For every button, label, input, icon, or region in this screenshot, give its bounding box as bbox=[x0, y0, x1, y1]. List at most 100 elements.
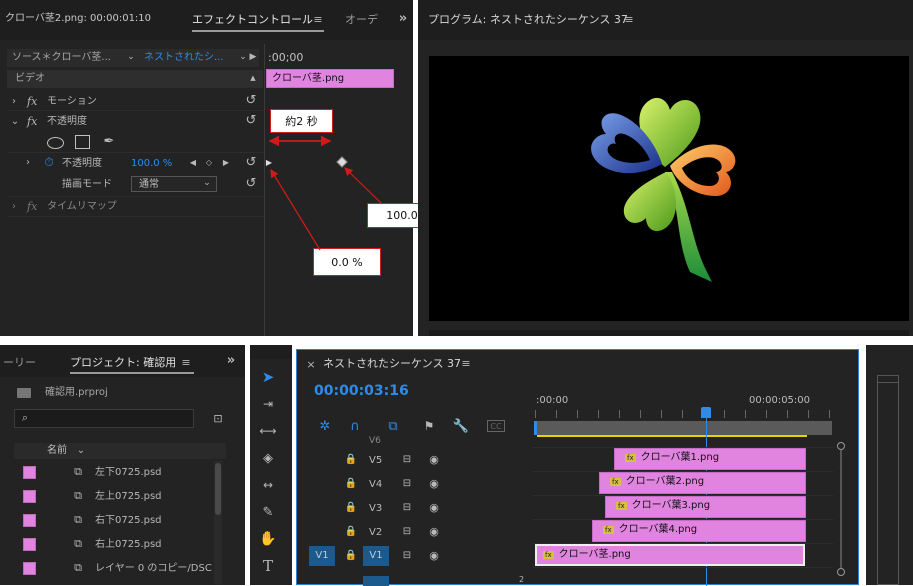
reset-icon[interactable]: ↺ bbox=[244, 155, 258, 170]
eye-icon[interactable]: ◉ bbox=[427, 477, 441, 490]
column-name[interactable]: 名前 bbox=[47, 446, 67, 456]
eye-icon[interactable]: ◉ bbox=[427, 525, 441, 538]
expand-panels-icon[interactable]: » bbox=[396, 11, 410, 26]
next-keyframe-icon[interactable]: ▶ bbox=[221, 157, 231, 167]
track-label[interactable]: V3 bbox=[369, 504, 382, 514]
reset-icon[interactable]: ↺ bbox=[244, 176, 258, 191]
panel-menu-icon[interactable]: ≡ bbox=[460, 357, 472, 370]
play-icon[interactable]: ▶ bbox=[247, 51, 259, 63]
track-target-v1[interactable]: V1 bbox=[363, 546, 389, 566]
lock-icon[interactable]: 🔒 bbox=[345, 525, 357, 537]
sync-lock-icon[interactable]: ⊟ bbox=[401, 525, 413, 537]
add-keyframe-icon[interactable]: ◇ bbox=[204, 157, 214, 167]
sort-chevron-icon[interactable]: ⌄ bbox=[75, 444, 87, 456]
selection-tool-icon[interactable]: ➤ bbox=[256, 365, 280, 389]
clip-leaf1[interactable]: fx クローバ葉1.png bbox=[614, 448, 806, 470]
eye-icon[interactable]: ◉ bbox=[427, 453, 441, 466]
sync-lock-icon[interactable]: ⊟ bbox=[401, 501, 413, 513]
opacity-value[interactable]: 100.0 % bbox=[131, 159, 172, 169]
eye-icon[interactable]: ◉ bbox=[427, 549, 441, 562]
keyframe-end-icon[interactable] bbox=[336, 156, 348, 168]
program-title[interactable]: プログラム: ネストされたシーケンス 37 bbox=[428, 14, 628, 25]
clip-leaf2[interactable]: fx クローバ葉2.png bbox=[599, 472, 806, 494]
clip-leaf3[interactable]: fx クローバ葉3.png bbox=[605, 496, 806, 518]
ripple-edit-tool-icon[interactable]: ⟷ bbox=[256, 420, 280, 442]
reset-icon[interactable]: ↺ bbox=[244, 113, 258, 128]
fx-badge-icon: fx bbox=[625, 454, 636, 462]
settings-wrench-icon[interactable]: 🔧 bbox=[453, 418, 469, 434]
tools-header bbox=[250, 345, 292, 359]
scroll-handle-bottom[interactable] bbox=[837, 568, 845, 576]
project-title[interactable]: プロジェクト: 確認用 bbox=[70, 357, 176, 368]
rectangle-mask-icon[interactable] bbox=[75, 135, 90, 149]
collapse-arrow-icon[interactable]: ⌄ bbox=[10, 116, 20, 127]
callout-duration-text: 約2 秒 bbox=[285, 115, 318, 128]
clip-stem[interactable]: fx クローバ茎.png bbox=[535, 544, 805, 566]
expand-arrow-icon[interactable]: › bbox=[24, 157, 32, 168]
list-item[interactable]: ⧉ 左上0725.psd bbox=[14, 485, 214, 509]
track-label[interactable]: V5 bbox=[369, 456, 382, 466]
stopwatch-icon[interactable]: ⏱ bbox=[42, 155, 56, 169]
track-label[interactable]: V2 bbox=[369, 528, 382, 538]
track-label[interactable]: V4 bbox=[369, 480, 382, 490]
close-icon[interactable]: × bbox=[305, 358, 317, 371]
scroll-handle-top[interactable] bbox=[837, 442, 845, 450]
lock-icon[interactable]: 🔒 bbox=[345, 453, 357, 465]
prev-keyframe-icon[interactable]: ◀ bbox=[188, 157, 198, 167]
expand-panels-icon[interactable]: » bbox=[224, 353, 238, 368]
source-patch-v1[interactable]: V1 bbox=[309, 546, 335, 566]
expand-arrow-icon[interactable]: › bbox=[10, 96, 18, 107]
reset-icon[interactable]: ↺ bbox=[244, 93, 258, 108]
lock-icon[interactable]: 🔒 bbox=[345, 549, 357, 561]
linked-selection-icon[interactable]: ⧉ bbox=[385, 418, 401, 434]
lock-icon[interactable]: 🔒 bbox=[345, 477, 357, 489]
timeline-timecode[interactable]: 00:00:03:16 bbox=[314, 384, 409, 398]
sync-lock-icon[interactable]: ⊟ bbox=[401, 453, 413, 465]
slip-tool-icon[interactable]: ↔ bbox=[256, 474, 280, 496]
sequence-link[interactable]: ネストされたシ... bbox=[144, 53, 224, 63]
timeline-title[interactable]: ネストされたシーケンス 37 bbox=[323, 358, 461, 369]
list-item[interactable]: ⧉ 左下0725.psd bbox=[14, 461, 214, 485]
work-area-bar[interactable] bbox=[534, 421, 832, 435]
clip-leaf4[interactable]: fx クローバ葉4.png bbox=[592, 520, 806, 542]
chevron-down-icon[interactable]: ⌄ bbox=[126, 51, 136, 63]
expand-arrow-icon[interactable]: › bbox=[10, 201, 18, 212]
playhead-head[interactable] bbox=[701, 407, 711, 418]
tab-audio[interactable]: オーデ bbox=[345, 14, 378, 25]
eye-icon[interactable]: ◉ bbox=[427, 501, 441, 514]
collapse-up-icon[interactable]: ▲ bbox=[248, 73, 258, 83]
list-item[interactable]: ⧉ レイヤー 0 のコピー/DSC bbox=[14, 557, 214, 581]
list-item[interactable]: ⧉ 右下0725.psd bbox=[14, 509, 214, 533]
list-item[interactable]: ⧉ 右上0725.psd bbox=[14, 533, 214, 557]
tab-history[interactable]: ーリー bbox=[3, 357, 36, 368]
track-select-tool-icon[interactable]: ⇥ bbox=[256, 393, 280, 415]
ellipse-mask-icon[interactable] bbox=[47, 137, 64, 149]
divider bbox=[7, 110, 265, 111]
pen-mask-icon[interactable]: ✒ bbox=[101, 133, 117, 149]
hand-tool-icon[interactable]: ✋ bbox=[256, 528, 280, 550]
razor-tool-icon[interactable]: ◈ bbox=[256, 447, 280, 469]
nest-toggle-icon[interactable]: ✲ bbox=[317, 418, 333, 434]
lock-icon[interactable]: 🔒 bbox=[345, 501, 357, 513]
search-input[interactable] bbox=[14, 409, 194, 428]
type-tool-icon[interactable]: T bbox=[256, 555, 280, 577]
fx-motion-label[interactable]: モーション bbox=[47, 97, 97, 107]
new-search-bin-icon[interactable]: ⊡ bbox=[210, 411, 226, 425]
pen-tool-icon[interactable]: ✎ bbox=[256, 501, 280, 523]
panel-menu-icon[interactable]: ≡ bbox=[180, 356, 192, 369]
timeline-vscroll[interactable] bbox=[836, 442, 846, 582]
captions-icon[interactable]: CC bbox=[487, 420, 505, 432]
project-scrollbar-thumb[interactable] bbox=[215, 463, 221, 515]
tab-effect-controls[interactable]: エフェクトコントロール bbox=[192, 14, 313, 25]
sync-lock-icon[interactable]: ⊟ bbox=[401, 477, 413, 489]
add-marker-icon[interactable]: ⚑ bbox=[421, 418, 437, 434]
fx-opacity-label[interactable]: 不透明度 bbox=[47, 117, 87, 127]
track-header-v3: 🔒 V3 ⊟ ◉ bbox=[297, 496, 533, 520]
snap-icon[interactable]: ∩ bbox=[347, 418, 363, 434]
source-monitor-title[interactable]: クローバ茎2.png: 00:00:01:10 bbox=[5, 14, 151, 24]
panel-menu-icon[interactable]: ≡ bbox=[623, 13, 635, 26]
sync-lock-icon[interactable]: ⊟ bbox=[401, 549, 413, 561]
keyframe-start-icon[interactable]: ▶ bbox=[265, 157, 273, 167]
panel-menu-icon[interactable]: ≡ bbox=[312, 13, 324, 26]
fx-time-remap-label[interactable]: タイムリマップ bbox=[47, 202, 117, 212]
